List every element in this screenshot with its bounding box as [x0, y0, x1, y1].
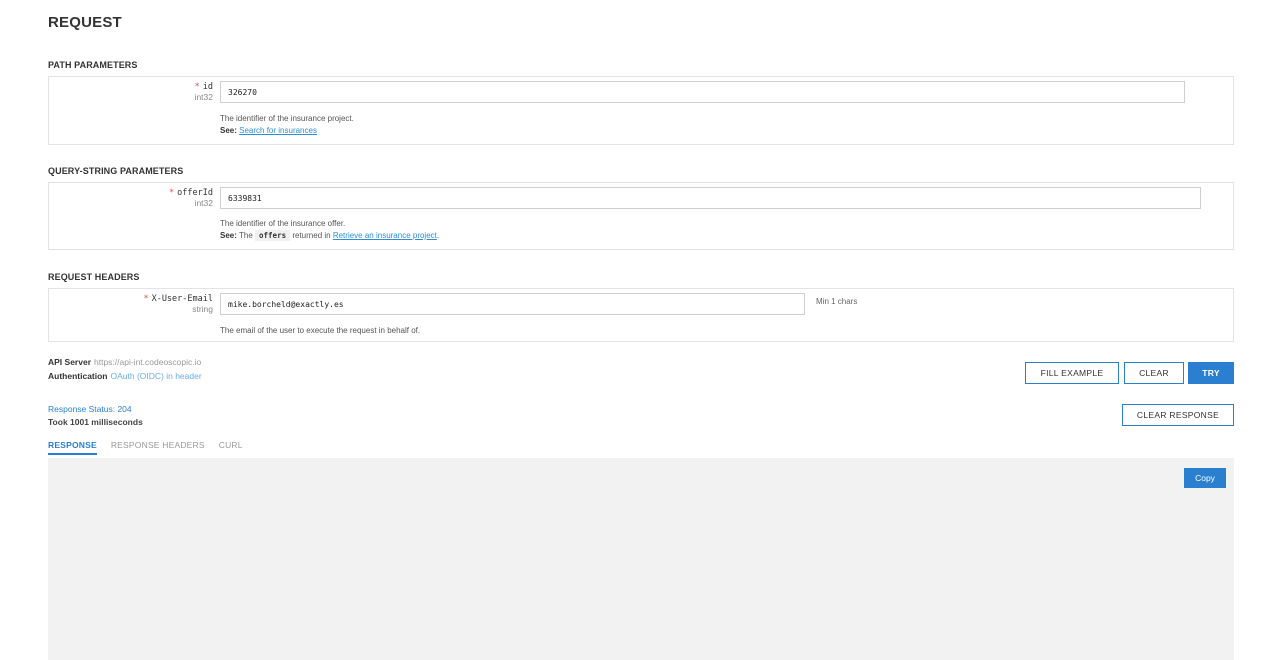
- retrieve-insurance-project-link[interactable]: Retrieve an insurance project: [333, 231, 437, 240]
- see-prefix: The: [238, 231, 253, 240]
- id-input[interactable]: [220, 81, 1185, 103]
- param-name-column: * X-User-Email string: [49, 294, 213, 314]
- api-server-label: API Server: [48, 357, 91, 367]
- min-chars-hint: Min 1 chars: [816, 297, 858, 306]
- required-marker: *: [143, 294, 149, 304]
- description-text: The identifier of the insurance offer.: [220, 219, 346, 228]
- required-marker: *: [194, 82, 200, 92]
- param-type: string: [192, 304, 213, 314]
- path-parameters-title: PATH PARAMETERS: [48, 60, 138, 70]
- response-took: Took 1001 milliseconds: [48, 417, 143, 427]
- authentication-line: Authentication OAuth (OIDC) in header: [48, 371, 202, 381]
- x-user-email-input[interactable]: [220, 293, 805, 315]
- tab-response[interactable]: RESPONSE: [48, 440, 97, 455]
- param-name-x-user-email: * X-User-Email: [49, 294, 213, 304]
- clear-button[interactable]: CLEAR: [1124, 362, 1184, 384]
- param-description: The identifier of the insurance project.…: [220, 113, 354, 137]
- offers-code: offers: [255, 230, 291, 241]
- try-button[interactable]: TRY: [1188, 362, 1234, 384]
- page-title: REQUEST: [48, 14, 122, 31]
- see-line: See: Search for insurances: [220, 125, 354, 137]
- response-panel: Copy: [48, 458, 1234, 660]
- param-description: The email of the user to execute the req…: [220, 326, 421, 335]
- fill-example-button[interactable]: FILL EXAMPLE: [1025, 362, 1119, 384]
- request-headers-title: REQUEST HEADERS: [48, 272, 140, 282]
- tab-curl[interactable]: CURL: [219, 440, 243, 455]
- required-marker: *: [169, 188, 175, 198]
- param-description: The identifier of the insurance offer. S…: [220, 218, 439, 242]
- copy-button[interactable]: Copy: [1184, 468, 1226, 488]
- clear-response-button[interactable]: CLEAR RESPONSE: [1122, 404, 1234, 426]
- response-tabs: RESPONSE RESPONSE HEADERS CURL: [48, 440, 243, 455]
- param-name-offerid: * offerId: [49, 188, 213, 198]
- param-type: int32: [194, 198, 213, 208]
- see-line: See: The offers returned in Retrieve an …: [220, 230, 439, 242]
- tab-response-headers[interactable]: RESPONSE HEADERS: [111, 440, 205, 455]
- see-middle: returned in: [292, 231, 331, 240]
- see-suffix: .: [436, 231, 440, 240]
- authentication-label: Authentication: [48, 371, 108, 381]
- description-text: The identifier of the insurance project.: [220, 114, 354, 123]
- param-name-text: X-User-Email: [151, 294, 213, 304]
- path-parameters-box: *id int32 The identifier of the insuranc…: [48, 76, 1234, 145]
- see-label: See:: [220, 126, 237, 135]
- api-server-value: https://api-int.codeoscopic.io: [94, 357, 202, 367]
- param-name-column: * id int32: [49, 82, 213, 102]
- search-insurances-link[interactable]: Search for insurances: [239, 126, 317, 135]
- request-headers-box: *X-User-Email string Min 1 chars The ema…: [48, 288, 1234, 342]
- param-name-text: offerId: [177, 188, 213, 198]
- query-parameters-box: *offerId int32 The identifier of the ins…: [48, 182, 1234, 250]
- response-status: Response Status: 204: [48, 404, 132, 414]
- authentication-value[interactable]: OAuth (OIDC) in header: [111, 371, 202, 381]
- param-name-text: id: [202, 82, 213, 92]
- query-parameters-title: QUERY-STRING PARAMETERS: [48, 166, 184, 176]
- offerid-input[interactable]: [220, 187, 1201, 209]
- param-name-id: * id: [49, 82, 213, 92]
- param-name-column: * offerId int32: [49, 188, 213, 208]
- param-type: int32: [194, 92, 213, 102]
- see-label: See:: [220, 231, 237, 240]
- api-server-line: API Server https://api-int.codeoscopic.io: [48, 357, 201, 367]
